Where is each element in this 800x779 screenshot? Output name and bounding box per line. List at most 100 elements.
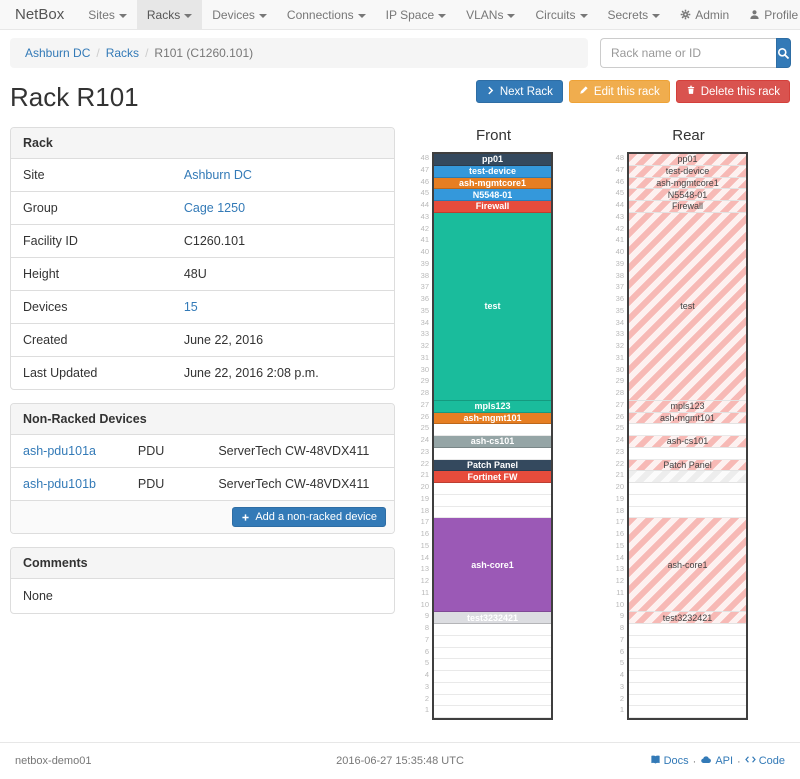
next-rack-button[interactable]: Next Rack <box>476 80 563 103</box>
unit-number: 19 <box>613 493 627 505</box>
rack-device-mpls123-rear[interactable]: mpls123 <box>629 401 746 413</box>
unit-number: 43 <box>418 211 432 223</box>
attr-value: June 22, 2016 <box>172 324 394 356</box>
rack-device-test-device-rear[interactable]: test-device <box>629 166 746 178</box>
breadcrumb-item-racks[interactable]: Racks <box>106 46 139 60</box>
rack-device-ash-core1[interactable]: ash-core1 <box>434 518 551 612</box>
attr-value-link[interactable]: Ashburn DC <box>184 168 252 182</box>
front-elevation: Front 4847464544434241403938373635343332… <box>418 127 555 720</box>
nav-item-connections[interactable]: Connections <box>277 0 376 29</box>
rack-device-label: mpls123 <box>670 401 704 411</box>
gear-icon <box>680 9 691 20</box>
rack-device-firewall-rear[interactable]: Firewall <box>629 201 746 213</box>
rack-device-ash-cs101-rear[interactable]: ash-cs101 <box>629 436 746 448</box>
rack-device-mpls123[interactable]: mpls123 <box>434 401 551 413</box>
breadcrumb-item-ashburn-dc[interactable]: Ashburn DC <box>25 46 90 60</box>
rack-attr-row-site: SiteAshburn DC <box>11 159 394 191</box>
trash-icon <box>686 85 696 98</box>
rack-device-pp01-rear[interactable]: pp01 <box>629 154 746 166</box>
footer-link-api[interactable]: API <box>700 754 733 768</box>
unit-number: 44 <box>418 199 432 211</box>
footer-timestamp: 2016-06-27 15:35:48 UTC <box>272 755 529 767</box>
unit-number: 26 <box>613 411 627 423</box>
unit-number: 41 <box>418 234 432 246</box>
rack-device-ash-mgmt101[interactable]: ash-mgmt101 <box>434 413 551 425</box>
caret-icon <box>580 14 588 18</box>
nav-item-profile[interactable]: Profile <box>739 0 800 29</box>
rack-device-label: test <box>484 301 500 311</box>
rack-device-patch-panel[interactable]: Patch Panel <box>434 460 551 472</box>
footer-link-docs[interactable]: Docs <box>650 754 689 768</box>
unit-number: 1 <box>613 704 627 716</box>
rack-device-n5548-01-rear[interactable]: N5548-01 <box>629 189 746 201</box>
unit-number: 18 <box>418 505 432 517</box>
unit-number: 45 <box>418 187 432 199</box>
unit-number: 5 <box>418 657 432 669</box>
device-link[interactable]: ash-pdu101a <box>23 444 96 458</box>
unit-number: 40 <box>613 246 627 258</box>
rack-device-pp01[interactable]: pp01 <box>434 154 551 166</box>
edit-this-rack-button[interactable]: Edit this rack <box>569 80 670 103</box>
empty-unit-slot <box>629 671 746 683</box>
nav-item-secrets[interactable]: Secrets <box>598 0 671 29</box>
rack-device-test3232421[interactable]: test3232421 <box>434 612 551 624</box>
attr-value-link[interactable]: Cage 1250 <box>184 201 245 215</box>
unit-number: 46 <box>418 176 432 188</box>
unit-number: 40 <box>418 246 432 258</box>
nav-item-sites[interactable]: Sites <box>78 0 137 29</box>
rack-device-test-rear[interactable]: test <box>629 213 746 401</box>
search-button[interactable] <box>776 38 791 68</box>
nav-item-racks[interactable]: Racks <box>137 0 202 29</box>
unit-number: 28 <box>418 387 432 399</box>
empty-unit-slot <box>434 624 551 636</box>
nav-item-circuits[interactable]: Circuits <box>525 0 597 29</box>
unit-number: 21 <box>613 469 627 481</box>
rack-device-ash-mgmtcore1[interactable]: ash-mgmtcore1 <box>434 178 551 190</box>
page-header: Rack R101 Next RackEdit this rackDelete … <box>10 80 790 127</box>
rack-device-patch-panel-rear[interactable]: Patch Panel <box>629 460 746 472</box>
user-icon <box>749 9 760 20</box>
add-non-racked-device-button[interactable]: Add a non-racked device <box>232 507 386 527</box>
device-link[interactable]: ash-pdu101b <box>23 477 96 491</box>
footer-link-code[interactable]: Code <box>745 754 785 768</box>
nav-item-vlans[interactable]: VLANs <box>456 0 525 29</box>
breadcrumb-separator: / <box>96 46 99 60</box>
app-brand[interactable]: NetBox <box>0 0 78 29</box>
unit-number: 10 <box>418 599 432 611</box>
rack-search-input[interactable] <box>600 38 776 68</box>
unit-number: 25 <box>613 422 627 434</box>
rack-device-label: test-device <box>469 166 516 176</box>
rack-device-ash-cs101[interactable]: ash-cs101 <box>434 436 551 448</box>
rack-device-ash-mgmtcore1-rear[interactable]: ash-mgmtcore1 <box>629 178 746 190</box>
rack-device-label: ash-mgmtcore1 <box>656 178 719 188</box>
rack-device-n5548-01[interactable]: N5548-01 <box>434 189 551 201</box>
rack-device-test[interactable]: test <box>434 213 551 401</box>
rack-device-fortinet-fw-rear <box>629 471 746 483</box>
rack-device-label: test-device <box>666 166 710 176</box>
rack-device-test3232421-rear[interactable]: test3232421 <box>629 612 746 624</box>
attr-value-link[interactable]: 15 <box>184 300 198 314</box>
nav-item-admin[interactable]: Admin <box>670 0 739 29</box>
rack-attr-row-group: Group Cage 1250 <box>11 191 394 224</box>
nav-item-ip-space[interactable]: IP Space <box>376 0 456 29</box>
plus-icon <box>241 513 250 522</box>
unit-number: 42 <box>418 223 432 235</box>
footer-link-separator: · <box>693 756 697 768</box>
empty-unit-slot <box>434 495 551 507</box>
rack-device-label: pp01 <box>482 154 503 164</box>
unit-number: 35 <box>418 305 432 317</box>
nav-item-devices[interactable]: Devices <box>202 0 277 29</box>
delete-this-rack-button[interactable]: Delete this rack <box>676 80 790 103</box>
unit-number: 9 <box>418 610 432 622</box>
rack-device-ash-core1-rear[interactable]: ash-core1 <box>629 518 746 612</box>
rack-device-ash-mgmt101-rear[interactable]: ash-mgmt101 <box>629 413 746 425</box>
rack-device-firewall[interactable]: Firewall <box>434 201 551 213</box>
unit-number: 20 <box>418 481 432 493</box>
empty-unit-slot <box>434 636 551 648</box>
empty-unit-slot <box>629 683 746 695</box>
attr-label: Group <box>11 192 172 224</box>
rack-device-fortinet-fw[interactable]: Fortinet FW <box>434 471 551 483</box>
unit-number: 17 <box>613 516 627 528</box>
unit-number: 19 <box>418 493 432 505</box>
rack-device-test-device[interactable]: test-device <box>434 166 551 178</box>
